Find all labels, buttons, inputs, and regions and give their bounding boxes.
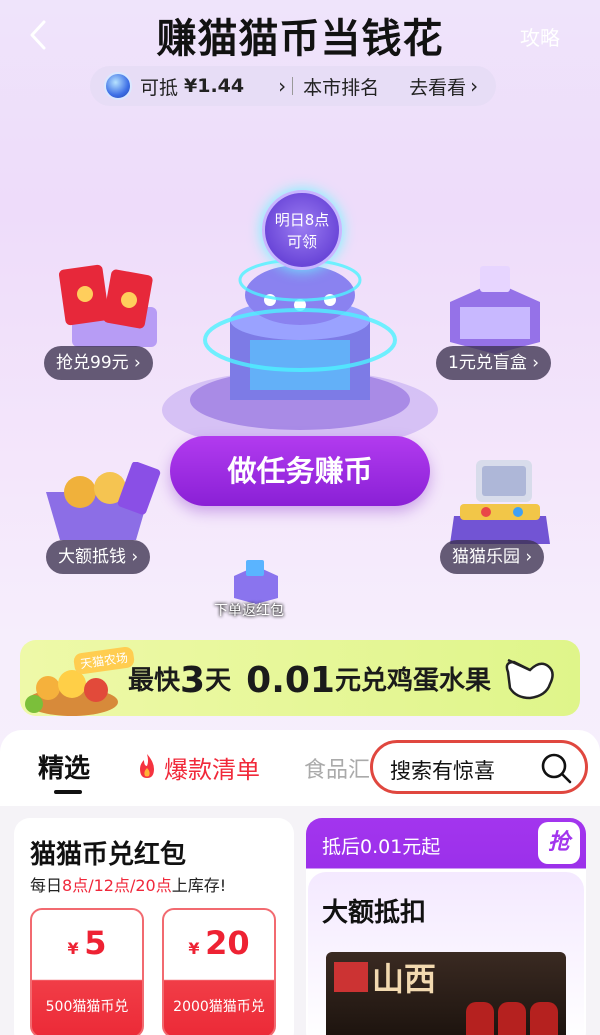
coin-basket-icon: [46, 462, 161, 540]
claim-coin-bubble[interactable]: 明日8点 可领: [262, 190, 342, 270]
ranking-label[interactable]: 本市排名: [303, 73, 379, 100]
coin-balance-bar[interactable]: 可抵 ¥1.44 › 本市排名 去看看 ›: [90, 66, 496, 106]
claim-label: 可领: [286, 233, 317, 251]
cat-paradise-button[interactable]: 猫猫乐园: [440, 540, 545, 574]
discount-header: 抵后0.01元起: [322, 836, 441, 858]
go-see-link[interactable]: 去看看: [409, 73, 466, 100]
bottle-icon: [530, 1002, 558, 1035]
discount-title: 大额抵扣: [322, 898, 427, 928]
do-task-button[interactable]: 做任务赚币: [170, 436, 430, 506]
grab-badge[interactable]: 抢: [538, 822, 580, 864]
coupon-20[interactable]: ¥ 20 2000猫猫币兑: [162, 908, 276, 1035]
pointing-hand-icon: [505, 658, 554, 700]
banner-text: 最快3天 0.01元兑鸡蛋水果: [128, 660, 491, 701]
red-envelope-icon: [58, 264, 157, 347]
tab-food[interactable]: 食品汇: [304, 752, 370, 784]
blind-box-shop-icon: [450, 266, 540, 354]
bottle-icon: [498, 1002, 526, 1035]
restock-notice: 每日8点/12点/20点上库存!: [30, 876, 227, 895]
guide-link[interactable]: 攻略: [520, 22, 560, 51]
bottle-icon: [466, 1002, 494, 1035]
chevron-right-icon: ›: [278, 74, 287, 98]
coupon-caption: 500猫猫币兑: [45, 999, 129, 1015]
order-rebate-label[interactable]: 下单返红包: [214, 600, 284, 620]
vinegar-product-image[interactable]: 山西: [326, 952, 566, 1035]
chevron-right-icon: ›: [470, 74, 479, 98]
page-title: 赚猫猫币当钱花: [156, 16, 444, 62]
product-brand: 山西: [372, 960, 437, 998]
tab-active-indicator: [54, 790, 82, 794]
search-input[interactable]: 搜索有惊喜: [390, 755, 495, 785]
coupon-caption: 2000猫猫币兑: [173, 999, 265, 1015]
divider: [292, 77, 294, 95]
blind-box-button[interactable]: 1元兑盲盒: [436, 346, 552, 380]
coupon-5[interactable]: ¥ 5 500猫猫币兑: [30, 908, 144, 1035]
offset-label: 可抵: [140, 76, 179, 99]
redeem-99-button[interactable]: 抢兑99元: [44, 346, 153, 380]
product-tag-icon: [334, 962, 368, 992]
tab-hot-list[interactable]: 爆款清单: [164, 750, 260, 785]
tab-featured[interactable]: 精选: [38, 748, 90, 785]
claim-time: 明日8点: [274, 211, 330, 229]
card-title: 猫猫币兑红包: [30, 840, 187, 870]
coin-amount: ¥1.44: [184, 75, 245, 97]
search-icon[interactable]: [540, 752, 572, 784]
big-discount-button[interactable]: 大额抵钱: [46, 540, 151, 574]
cat-coin-icon: [104, 72, 132, 100]
arcade-machine-icon: [450, 460, 550, 544]
order-rebate-box-icon: [234, 560, 278, 604]
fire-icon: [140, 754, 154, 778]
